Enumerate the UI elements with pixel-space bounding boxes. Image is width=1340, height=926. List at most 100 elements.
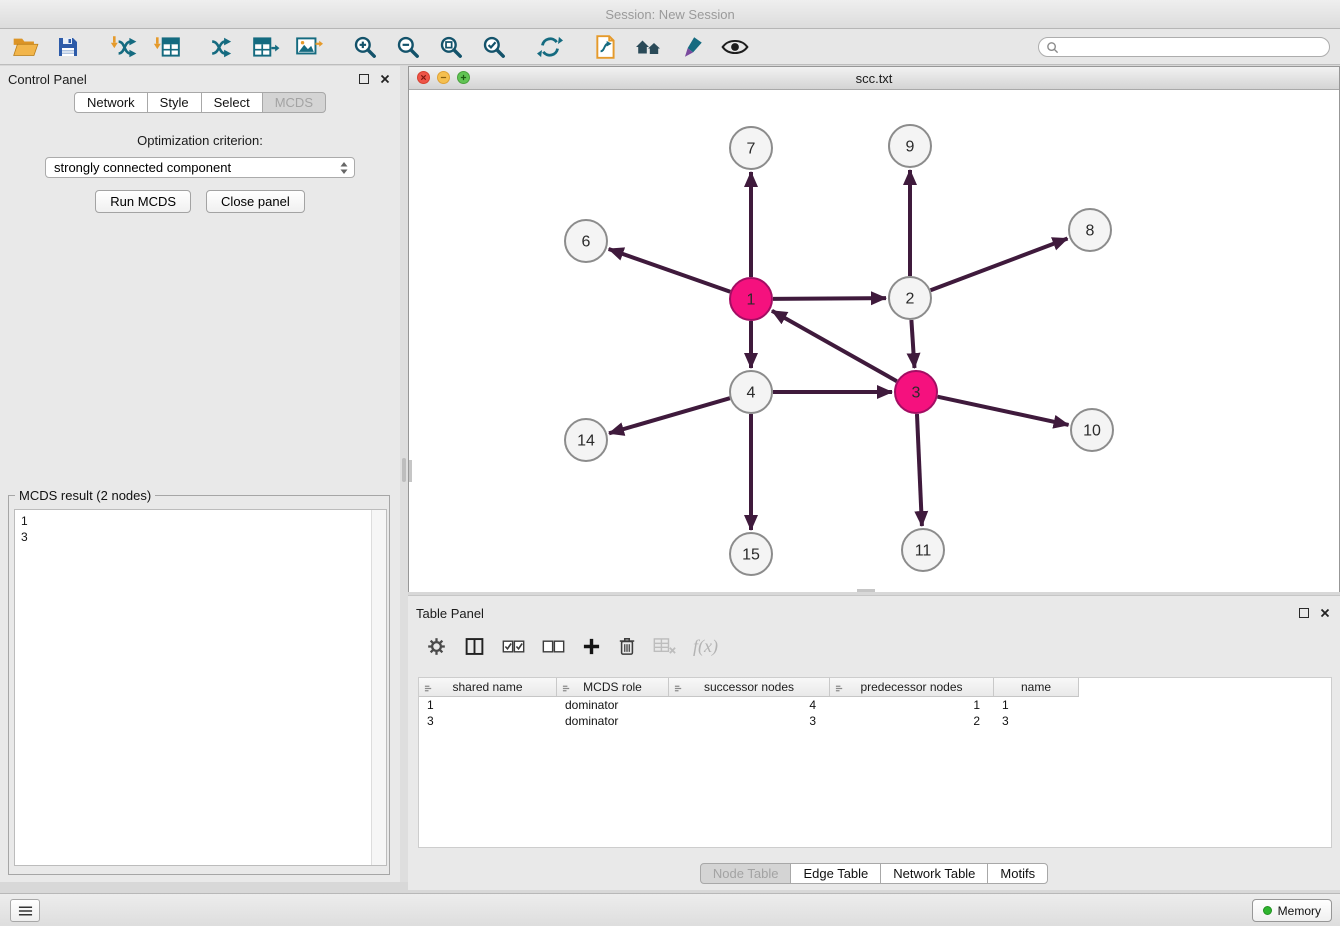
network-document-button[interactable] [589,32,623,62]
graph-node-4[interactable]: 4 [730,371,772,413]
cell[interactable]: 3 [669,714,830,728]
graph-edge-3-1[interactable] [772,311,897,381]
run-mcds-button[interactable]: Run MCDS [95,190,191,213]
svg-text:10: 10 [1083,423,1101,440]
divider-grip[interactable] [402,458,406,482]
graph-node-14[interactable]: 14 [565,419,607,461]
column-header-shared-name[interactable]: shared name [419,678,557,696]
graph-edge-2-8[interactable] [931,238,1068,290]
tab-network[interactable]: Network [74,92,148,113]
graph-node-11[interactable]: 11 [902,529,944,571]
close-table-panel-button[interactable] [1318,606,1332,620]
minimize-window-button[interactable] [437,71,450,84]
panel-divider[interactable] [400,66,408,882]
zoom-out-button[interactable] [391,32,425,62]
import-network-button[interactable] [107,32,141,62]
close-panel-button[interactable] [378,72,392,86]
cell[interactable]: 3 [994,714,1079,728]
svg-text:9: 9 [906,139,915,156]
column-header-MCDS-role[interactable]: MCDS role [557,678,669,696]
graph-edge-4-14[interactable] [609,398,730,433]
column-header-predecessor-nodes[interactable]: predecessor nodes [830,678,994,696]
graph-edge-2-3[interactable] [911,320,914,368]
graph-edge-3-11[interactable] [917,414,922,526]
select-all-icon [502,639,525,654]
canvas-scrollbar-horizontal[interactable] [857,589,875,592]
graph-node-2[interactable]: 2 [889,277,931,319]
cell[interactable]: 1 [830,698,994,712]
table-header-row: shared nameMCDS rolesuccessor nodesprede… [419,678,1079,697]
import-table-button[interactable] [150,32,184,62]
add-column-button[interactable] [582,637,601,656]
graph-node-1[interactable]: 1 [730,278,772,320]
tab-mcds[interactable]: MCDS [262,92,326,113]
memory-button[interactable]: Memory [1252,899,1332,922]
column-header-successor-nodes[interactable]: successor nodes [669,678,830,696]
table-tab-node-table[interactable]: Node Table [700,863,792,884]
open-session-button[interactable] [8,32,42,62]
graph-edge-1-2[interactable] [773,298,886,299]
refresh-layout-button[interactable] [533,32,567,62]
graph-node-8[interactable]: 8 [1069,209,1111,251]
table-settings-button[interactable] [426,636,447,657]
float-panel-button[interactable] [357,72,371,86]
close-mcds-panel-button[interactable]: Close panel [206,190,305,213]
first-neighbors-button[interactable] [632,32,666,62]
graph-node-7[interactable]: 7 [730,127,772,169]
zoom-in-button[interactable] [348,32,382,62]
zoom-fit-button[interactable] [434,32,468,62]
refresh-icon [537,34,563,60]
table-row[interactable]: 1dominator411 [419,697,1331,713]
table-tab-edge-table[interactable]: Edge Table [790,863,881,884]
zoom-window-button[interactable] [457,71,470,84]
style-paint-button[interactable] [675,32,709,62]
graph-node-10[interactable]: 10 [1071,409,1113,451]
graph-node-3[interactable]: 3 [895,371,937,413]
select-all-button[interactable] [502,639,525,654]
cell[interactable]: 4 [669,698,830,712]
cell[interactable]: 3 [419,714,557,728]
mcds-result-group: MCDS result (2 nodes) 13 [8,495,390,875]
houses-icon [634,35,664,59]
tab-select[interactable]: Select [201,92,263,113]
graph-edge-1-6[interactable] [609,249,731,292]
criterion-dropdown[interactable]: strongly connected component [45,157,355,178]
table-row[interactable]: 3dominator323 [419,713,1331,729]
export-image-button[interactable] [292,32,326,62]
new-network-button[interactable] [206,32,240,62]
delete-column-button[interactable] [618,636,636,656]
mcds-result-textarea[interactable]: 13 [14,509,387,866]
show-hide-button[interactable] [718,32,752,62]
network-canvas[interactable]: 7 9 6 8 1 2 4 3 14 10 15 11 [409,90,1339,592]
search-input[interactable] [1038,37,1330,57]
zoom-selected-button[interactable] [477,32,511,62]
cell[interactable]: 2 [830,714,994,728]
task-history-button[interactable] [10,899,40,922]
mcds-result-title: MCDS result (2 nodes) [15,488,155,503]
close-window-button[interactable] [417,71,430,84]
svg-text:6: 6 [582,234,591,251]
gear-icon [426,636,447,657]
function-builder-button-disabled: f(x) [693,636,718,657]
cell[interactable]: dominator [557,714,669,728]
graph-node-6[interactable]: 6 [565,220,607,262]
canvas-scrollbar-vertical[interactable] [409,460,412,482]
new-table-button[interactable] [249,32,283,62]
deselect-all-button[interactable] [542,639,565,654]
delete-table-button-disabled [653,637,676,655]
save-session-button[interactable] [51,32,85,62]
table-tab-network-table[interactable]: Network Table [880,863,988,884]
control-panel-title: Control Panel [8,72,87,87]
graph-node-9[interactable]: 9 [889,125,931,167]
cell[interactable]: 1 [419,698,557,712]
float-table-panel-button[interactable] [1297,606,1311,620]
tab-style[interactable]: Style [147,92,202,113]
cell[interactable]: 1 [994,698,1079,712]
column-header-name[interactable]: name [994,678,1079,696]
table-tab-motifs[interactable]: Motifs [987,863,1048,884]
graph-node-15[interactable]: 15 [730,533,772,575]
show-columns-button[interactable] [464,636,485,657]
result-scrollbar[interactable] [371,510,386,865]
graph-edge-3-10[interactable] [938,397,1069,425]
cell[interactable]: dominator [557,698,669,712]
